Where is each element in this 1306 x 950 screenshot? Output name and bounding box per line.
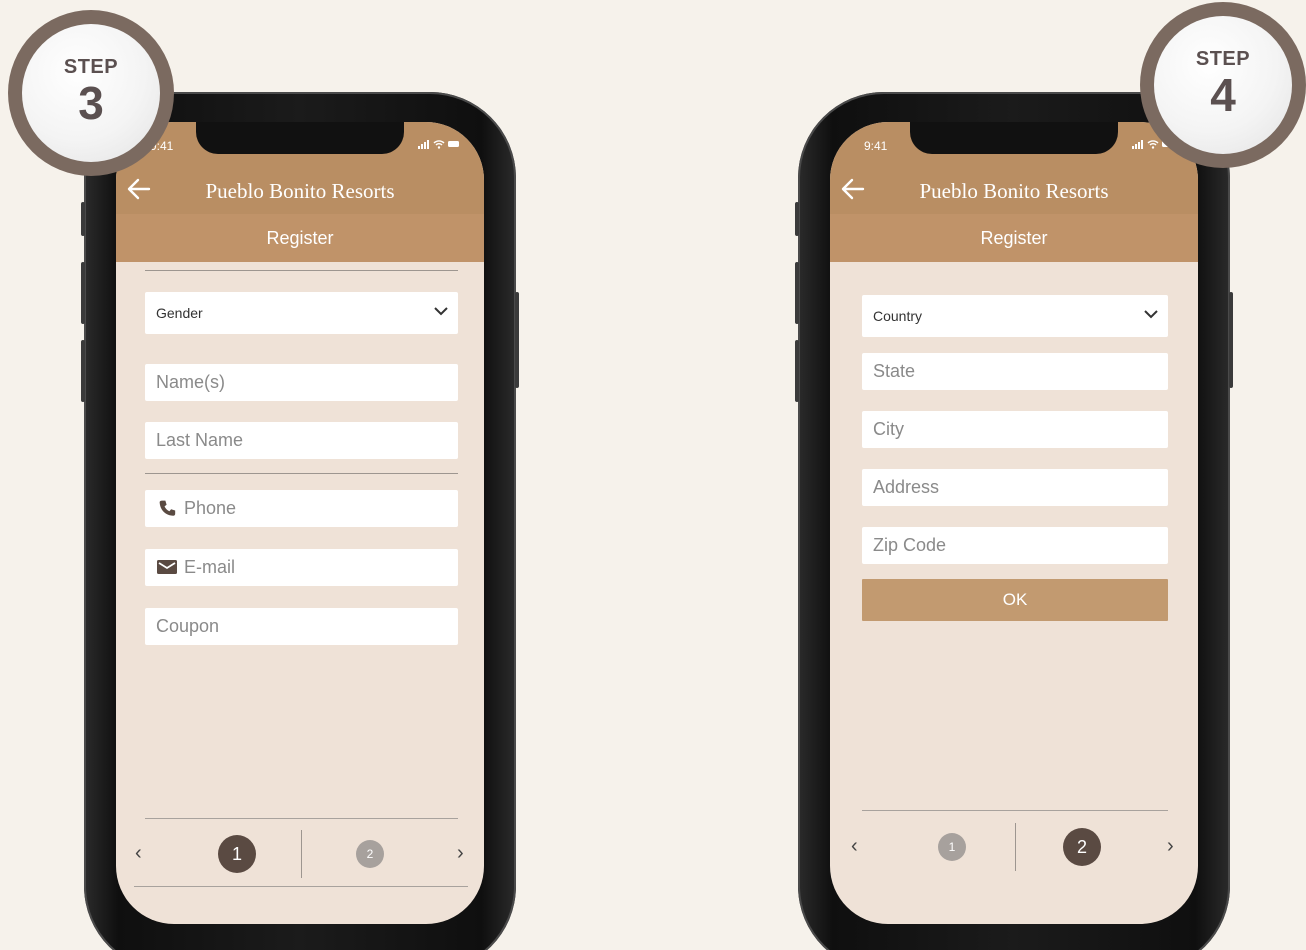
page-title: Register [266,228,334,248]
app-header: Pueblo Bonito Resorts [116,166,484,214]
coupon-input[interactable]: Coupon [145,608,458,645]
city-placeholder: City [873,419,904,439]
email-placeholder: E-mail [184,557,236,577]
last-name-input[interactable]: Last Name [145,422,458,459]
status-bar: 9:41 [116,122,484,166]
chevron-down-icon [434,307,448,316]
pager-divider [1015,823,1016,871]
gender-select[interactable]: Gender [145,292,458,334]
phone-placeholder: Phone [184,498,237,518]
pager-next[interactable]: › [1167,835,1174,858]
zip-code-input[interactable]: Zip Code [862,527,1168,564]
mail-icon [157,559,177,574]
pager-next[interactable]: › [457,842,464,865]
step-badge-inner: STEP 3 [22,24,160,162]
app-title: Pueblo Bonito Resorts [919,179,1109,203]
address-input[interactable]: Address [862,469,1168,506]
step-badge-inner: STEP 4 [1154,16,1292,154]
phone-frame-right: 9:41 Pueblo Bonito Resorts Register Coun… [795,92,1233,950]
phone-side-button [795,262,799,324]
country-select[interactable]: Country [862,295,1168,337]
screen-step-4: 9:41 Pueblo Bonito Resorts Register Coun… [830,122,1198,924]
pager-prev[interactable]: ‹ [851,835,858,858]
names-input[interactable]: Name(s) [145,364,458,401]
phone-side-button [81,262,85,324]
pager-page-1[interactable]: 1 [218,835,256,873]
status-icons [418,139,462,152]
divider [145,473,458,474]
pager-bottom-line [134,886,468,887]
pager-prev[interactable]: ‹ [135,842,142,865]
phone-side-button [1229,292,1233,388]
coupon-placeholder: Coupon [156,616,220,636]
page-header: Register [830,214,1198,262]
step-3-badge: STEP 3 [8,10,174,176]
app-title: Pueblo Bonito Resorts [205,179,395,203]
app-header: Pueblo Bonito Resorts [830,166,1198,214]
step-label: STEP [1195,48,1251,70]
gender-select-value: Gender [156,305,203,321]
phone-input[interactable]: Phone [145,490,458,527]
screen-step-3: 9:41 Pueblo Bonito Resorts Register Gend… [116,122,484,924]
pager-page-2[interactable]: 2 [1063,828,1101,866]
page-header: Register [116,214,484,262]
ok-button[interactable]: OK [862,579,1168,621]
step-number: 3 [78,77,104,129]
address-placeholder: Address [873,477,940,497]
step-number: 4 [1210,69,1236,121]
pager-top-line [145,818,458,819]
state-input[interactable]: State [862,353,1168,390]
zip-code-placeholder: Zip Code [873,535,947,555]
status-time: 9:41 [864,139,888,153]
pager-divider [301,830,302,878]
country-select-value: Country [873,308,923,324]
email-input[interactable]: E-mail [145,549,458,586]
last-name-placeholder: Last Name [156,430,244,450]
signal-icon [418,140,459,149]
status-bar: 9:41 [830,122,1198,166]
page-title: Register [980,228,1048,248]
chevron-down-icon [1144,310,1158,319]
pager-page-1[interactable]: 1 [938,833,966,861]
phone-frame-left: 9:41 Pueblo Bonito Resorts Register Gend… [81,92,519,950]
phone-notch [910,122,1118,154]
step-label: STEP [63,56,119,78]
city-input[interactable]: City [862,411,1168,448]
pager-top-line [862,810,1168,811]
phone-side-button [81,340,85,402]
state-placeholder: State [873,361,916,381]
pager-page-2[interactable]: 2 [356,840,384,868]
phone-side-button [795,202,799,236]
phone-side-button [515,292,519,388]
phone-side-button [795,340,799,402]
step-4-badge: STEP 4 [1140,2,1306,168]
divider [145,270,458,271]
names-placeholder: Name(s) [156,372,226,392]
phone-icon [159,500,176,516]
phone-side-button [81,202,85,236]
phone-notch [196,122,404,154]
